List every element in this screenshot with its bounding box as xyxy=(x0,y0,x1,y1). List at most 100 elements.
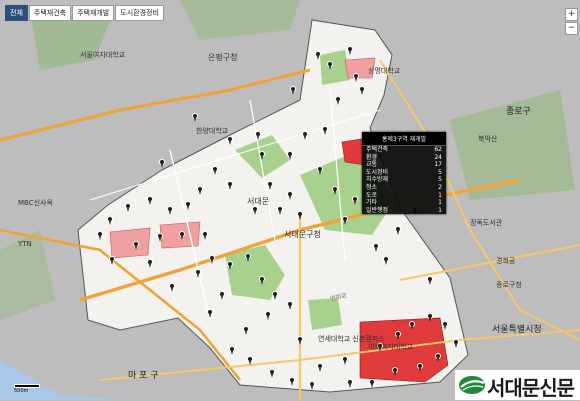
project-marker-pin[interactable] xyxy=(287,191,293,200)
project-marker-pin[interactable] xyxy=(227,136,233,145)
project-marker-pin[interactable] xyxy=(277,206,283,215)
project-marker-pin[interactable] xyxy=(269,369,275,378)
project-marker-pin[interactable] xyxy=(255,131,261,140)
project-marker-pin[interactable] xyxy=(369,379,375,388)
project-marker-pin[interactable] xyxy=(209,255,215,264)
project-marker-pin[interactable] xyxy=(243,326,249,335)
project-marker-pin[interactable] xyxy=(342,356,348,365)
popup-row-label: 청소 xyxy=(366,183,378,191)
zoom-out-button[interactable]: − xyxy=(565,22,578,35)
project-marker-pin[interactable] xyxy=(227,181,233,190)
project-marker-pin[interactable] xyxy=(207,309,213,318)
project-marker-pin[interactable] xyxy=(287,151,293,160)
project-marker-pin[interactable] xyxy=(185,201,191,210)
pin-tail-icon xyxy=(455,344,457,348)
project-marker-pin[interactable] xyxy=(147,259,153,268)
pin-tail-icon xyxy=(214,171,216,175)
project-marker-pin[interactable] xyxy=(159,159,165,168)
project-marker-pin[interactable] xyxy=(167,206,173,215)
project-marker-pin[interactable] xyxy=(265,311,271,320)
project-marker-pin[interactable] xyxy=(125,203,131,212)
pin-tail-icon xyxy=(229,141,231,145)
project-marker-pin[interactable] xyxy=(179,231,185,240)
pin-tail-icon xyxy=(299,216,301,220)
pin-tail-icon xyxy=(249,361,251,365)
project-marker-pin[interactable] xyxy=(335,96,341,105)
project-marker-pin[interactable] xyxy=(383,256,389,265)
project-marker-pin[interactable] xyxy=(267,181,273,190)
project-marker-pin[interactable] xyxy=(197,186,203,195)
project-marker-pin[interactable] xyxy=(287,301,293,310)
project-marker-pin[interactable] xyxy=(332,186,338,195)
project-marker-pin[interactable] xyxy=(195,269,201,278)
project-marker-pin[interactable] xyxy=(347,379,353,388)
project-marker-pin[interactable] xyxy=(395,331,401,340)
project-marker-pin[interactable] xyxy=(259,276,265,285)
pin-tail-icon xyxy=(229,186,231,190)
project-marker-pin[interactable] xyxy=(290,86,296,95)
pin-tail-icon xyxy=(111,261,113,265)
label-gyeonghui: 경희궁 xyxy=(496,257,516,265)
project-marker-pin[interactable] xyxy=(297,211,303,220)
project-marker-pin[interactable] xyxy=(409,321,415,330)
project-marker-pin[interactable] xyxy=(289,377,295,386)
project-marker-pin[interactable] xyxy=(352,196,358,205)
project-marker-pin[interactable] xyxy=(395,226,401,235)
project-marker-pin[interactable] xyxy=(259,151,265,160)
label-mapo: 마 포 구 xyxy=(128,371,159,381)
project-marker-pin[interactable] xyxy=(315,51,321,60)
project-marker-pin[interactable] xyxy=(347,46,353,55)
tab-housing-redevelopment[interactable]: 주택재개발 xyxy=(72,5,115,21)
project-marker-pin[interactable] xyxy=(317,363,323,372)
project-marker-pin[interactable] xyxy=(227,261,233,270)
project-marker-pin[interactable] xyxy=(309,381,315,390)
project-marker-pin[interactable] xyxy=(392,367,398,376)
label-seodaemun-gu: 서대문구청 xyxy=(284,230,321,239)
pin-tail-icon xyxy=(271,374,273,378)
project-marker-pin[interactable] xyxy=(427,276,433,285)
tab-all[interactable]: 전체 xyxy=(5,5,28,21)
project-marker-pin[interactable] xyxy=(353,73,359,82)
pin-tail-icon xyxy=(269,186,271,190)
project-marker-pin[interactable] xyxy=(373,243,379,252)
pin-tail-icon xyxy=(429,281,431,285)
project-marker-pin[interactable] xyxy=(107,216,113,225)
project-marker-pin[interactable] xyxy=(453,339,459,348)
project-marker-pin[interactable] xyxy=(147,196,153,205)
label-hanyang: 한양대학교 xyxy=(196,127,229,135)
project-marker-pin[interactable] xyxy=(109,256,115,265)
info-popup: 홍제3구역 재개발 주택건축 62 환경 24 교통 17 도시정비 5 치수방재 5 청소 2 도로 1… xyxy=(362,132,446,215)
project-marker-pin[interactable] xyxy=(192,113,198,122)
project-marker-pin[interactable] xyxy=(212,166,218,175)
project-marker-pin[interactable] xyxy=(202,231,208,240)
project-marker-pin[interactable] xyxy=(417,363,423,372)
project-marker-pin[interactable] xyxy=(219,291,225,300)
tab-housing-reconstruction[interactable]: 주택재건축 xyxy=(28,5,72,21)
popup-row: 기타 1 xyxy=(362,199,446,207)
category-tabs: 전체 주택재건축 주택재개발 도시환경정비 xyxy=(5,5,165,21)
project-marker-pin[interactable] xyxy=(272,291,278,300)
project-marker-pin[interactable] xyxy=(342,216,348,225)
project-marker-pin[interactable] xyxy=(442,321,448,330)
project-marker-pin[interactable] xyxy=(97,231,103,240)
project-marker-pin[interactable] xyxy=(247,356,253,365)
project-marker-pin[interactable] xyxy=(169,283,175,292)
project-marker-pin[interactable] xyxy=(317,166,323,175)
project-marker-pin[interactable] xyxy=(435,353,441,362)
project-marker-pin[interactable] xyxy=(297,336,303,345)
popup-row-value: 1 xyxy=(438,199,442,207)
project-marker-pin[interactable] xyxy=(229,346,235,355)
pin-tail-icon xyxy=(245,331,247,335)
project-marker-pin[interactable] xyxy=(245,253,251,262)
zoom-in-button[interactable]: + xyxy=(565,8,578,21)
project-marker-pin[interactable] xyxy=(327,61,333,70)
project-marker-pin[interactable] xyxy=(157,233,163,242)
project-marker-pin[interactable] xyxy=(302,131,308,140)
project-marker-pin[interactable] xyxy=(322,126,328,135)
pin-tail-icon xyxy=(371,384,373,388)
project-marker-pin[interactable] xyxy=(133,241,139,250)
project-marker-pin[interactable] xyxy=(359,86,365,95)
project-marker-pin[interactable] xyxy=(427,313,433,322)
pin-tail-icon xyxy=(261,281,263,285)
tab-urban-environment[interactable]: 도시환경정비 xyxy=(115,5,164,21)
